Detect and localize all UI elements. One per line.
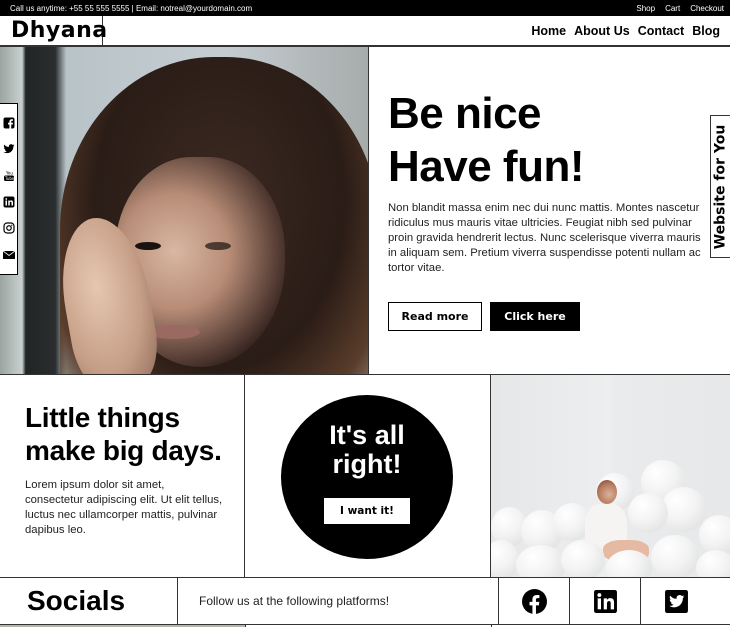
linkedin-icon xyxy=(593,589,617,613)
top-links: Shop Cart Checkout xyxy=(636,4,724,13)
image-eye xyxy=(205,242,231,250)
svg-text:Tube: Tube xyxy=(4,176,15,181)
image-balloon xyxy=(516,545,566,577)
vertical-tab-label: Website for You xyxy=(712,124,729,249)
facebook-link[interactable] xyxy=(499,578,570,624)
promo-heading-line-2: right! xyxy=(332,449,402,479)
top-bar: Call us anytime: +55 55 555 5555 | Email… xyxy=(0,0,730,16)
social-side-rail: You Tube xyxy=(0,103,18,275)
image-eye xyxy=(135,242,161,250)
balloons-image xyxy=(491,375,730,577)
socials-row: Socials Follow us at the following platf… xyxy=(0,578,730,625)
hero-portrait-image xyxy=(0,47,368,374)
hero-title-line-2: Have fun! xyxy=(388,142,584,191)
nav-about-us[interactable]: About Us xyxy=(574,24,630,38)
youtube-icon[interactable]: You Tube xyxy=(3,170,15,182)
image-balloon xyxy=(696,550,730,577)
hero-content: Be nice Have fun! Non blandit massa enim… xyxy=(368,47,730,374)
email-icon[interactable] xyxy=(2,249,15,261)
contact-info: Call us anytime: +55 55 555 5555 | Email… xyxy=(10,3,253,13)
site-logo[interactable]: Dhyana xyxy=(11,18,108,43)
image-woman-head xyxy=(597,480,617,504)
checkout-link[interactable]: Checkout xyxy=(690,4,724,13)
twitter-link[interactable] xyxy=(641,578,712,624)
website-for-you-tab[interactable]: Website for You xyxy=(710,115,730,258)
main-nav: Home About Us Contact Blog xyxy=(531,16,720,45)
socials-title: Socials xyxy=(0,578,178,624)
nav-blog[interactable]: Blog xyxy=(692,24,720,38)
socials-description: Follow us at the following platforms! xyxy=(178,578,499,624)
twitter-icon[interactable] xyxy=(3,143,15,155)
facebook-icon xyxy=(521,588,547,614)
click-here-button[interactable]: Click here xyxy=(490,302,580,331)
heading-line-1: Little things xyxy=(25,402,180,433)
i-want-it-button[interactable]: I want it! xyxy=(324,498,410,524)
features-row: Little things make big days. Lorem ipsum… xyxy=(0,374,730,578)
svg-text:You: You xyxy=(5,170,13,175)
little-things-section: Little things make big days. Lorem ipsum… xyxy=(0,375,245,577)
facebook-icon[interactable] xyxy=(3,117,15,130)
section-heading: Little things make big days. xyxy=(25,401,222,467)
image-balloon xyxy=(651,535,699,577)
image-balloon xyxy=(699,515,730,555)
promo-circle: It's all right! I want it! xyxy=(281,395,453,559)
read-more-button[interactable]: Read more xyxy=(388,302,482,331)
linkedin-link[interactable] xyxy=(570,578,641,624)
logo-container[interactable]: Dhyana xyxy=(0,16,107,45)
nav-home[interactable]: Home xyxy=(531,24,566,38)
hero-title-line-1: Be nice xyxy=(388,89,542,138)
instagram-icon[interactable] xyxy=(2,222,15,235)
hero-title: Be nice Have fun! xyxy=(388,87,584,193)
section-description: Lorem ipsum dolor sit amet, consectetur … xyxy=(25,479,223,536)
cart-link[interactable]: Cart xyxy=(665,4,680,13)
shop-link[interactable]: Shop xyxy=(636,4,655,13)
nav-contact[interactable]: Contact xyxy=(638,24,685,38)
site-header: Dhyana Home About Us Contact Blog xyxy=(0,16,730,47)
hero-description: Non blandit massa enim nec dui nunc matt… xyxy=(388,202,701,274)
image-balloon xyxy=(561,540,605,577)
promo-section: It's all right! I want it! xyxy=(245,375,491,577)
promo-heading-line-1: It's all xyxy=(329,420,405,450)
promo-heading: It's all right! xyxy=(281,421,453,479)
linkedin-icon[interactable] xyxy=(3,196,15,208)
heading-line-2: make big days. xyxy=(25,435,222,466)
twitter-icon xyxy=(665,589,688,613)
